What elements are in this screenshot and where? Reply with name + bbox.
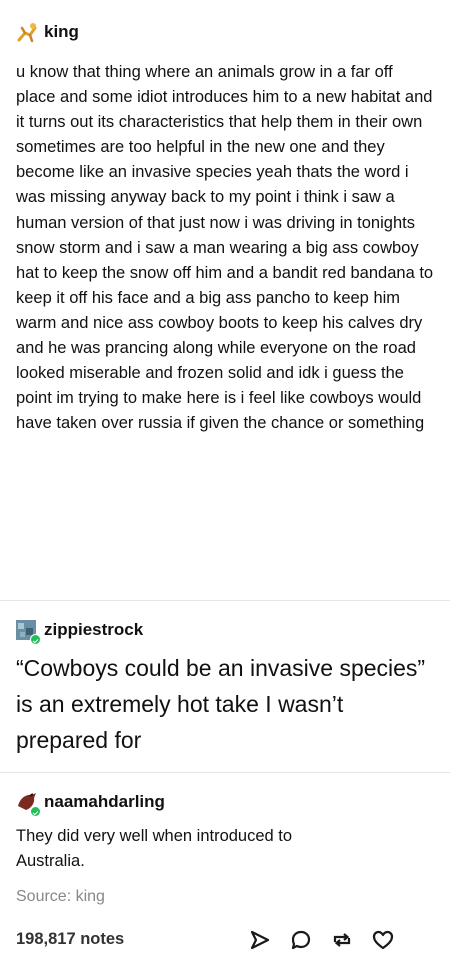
post-actions [248,928,395,952]
verified-badge-icon [30,634,41,645]
post-header-naamahdarling: naamahdarling [16,792,165,817]
username-king[interactable]: king [44,22,79,42]
divider [0,772,450,773]
post-header-zippiestrock: zippiestrock [16,620,143,645]
pixel-art-icon[interactable] [16,620,41,645]
dancing-figure-icon[interactable] [16,22,37,43]
post-text-zippiestrock: “Cowboys could be an invasive species” i… [16,655,426,753]
verified-badge-icon [30,806,41,817]
horse-head-icon[interactable] [16,792,41,817]
post-text-king: u know that thing where an animals grow … [16,63,434,433]
reply-icon[interactable] [289,928,313,952]
notes-count[interactable]: 198,817 notes [16,930,124,949]
divider [0,600,450,601]
username-naamahdarling[interactable]: naamahdarling [44,792,165,812]
share-icon[interactable] [248,928,272,952]
source-label[interactable]: Source: king [16,888,105,906]
reblog-icon[interactable] [330,928,354,952]
like-icon[interactable] [371,928,395,952]
post-text-naamahdarling: They did very well when introduced to Au… [16,827,293,871]
post-header-king: king [16,22,79,43]
username-zippiestrock[interactable]: zippiestrock [44,620,143,640]
